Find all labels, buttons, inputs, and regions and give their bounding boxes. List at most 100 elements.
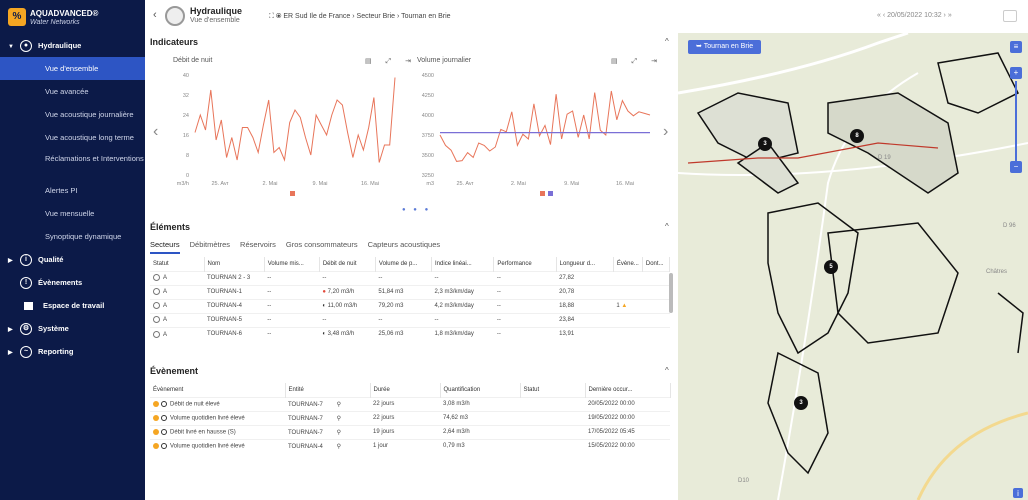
col-statut[interactable]: Statut	[150, 257, 205, 271]
map-marker[interactable]: 5	[824, 260, 838, 274]
elements-scrollbar[interactable]	[669, 273, 673, 313]
collapse-icon[interactable]: ^	[665, 366, 669, 375]
map-panel[interactable]: ➥ Tournan en Brie ≡ + − i 3 8 5 3 Châtre…	[678, 33, 1028, 500]
col-duree[interactable]: Durée	[370, 383, 441, 397]
map-canvas[interactable]	[678, 33, 1028, 500]
location-pin-icon[interactable]: ⚲	[335, 444, 341, 450]
table-cell: ◐ 3,48 m3/h	[319, 326, 376, 341]
info-icon[interactable]: i	[1013, 488, 1023, 498]
map-road-label: D10	[738, 478, 750, 484]
table-cell: TOURNAN-7 ⚲	[285, 424, 370, 439]
map-marker[interactable]: 3	[758, 137, 772, 151]
location-pin-icon[interactable]: ⚲	[335, 416, 341, 422]
cell-text: 15/05/2022 00:00	[588, 443, 635, 450]
cell-text: --	[267, 317, 272, 323]
nav-vue-acoustique-journaliere[interactable]: Vue acoustique journalière	[0, 103, 145, 126]
col-derniere[interactable]: Dernière occur...	[585, 383, 671, 397]
table-row[interactable]: A TOURNAN 2 - 3 -- -- -- -- -- 27,82	[150, 270, 670, 285]
tab-capteurs[interactable]: Capteurs acoustiques	[368, 240, 441, 249]
col-nom[interactable]: Nom	[204, 257, 265, 271]
event-row[interactable]: Volume quotidien livré élevé TOURNAN-4 ⚲ 1…	[150, 438, 670, 453]
x-tick-label: 16. Mai	[361, 181, 379, 187]
nav-qualite[interactable]: ▶ i Qualité	[0, 248, 145, 271]
app-logo[interactable]: %	[8, 8, 26, 26]
zoom-in-button[interactable]: +	[1010, 67, 1022, 79]
table-cell: Volume quotidien livré élevé	[150, 438, 285, 453]
date-navigator[interactable]: « ‹ 20/05/2022 10:32 › »	[877, 12, 952, 19]
event-row[interactable]: Débit de nuit élevé TOURNAN-7 ⚲ 22 jours 3,…	[150, 396, 670, 411]
collapse-icon[interactable]: ^	[665, 222, 669, 231]
nav-alertes-pi[interactable]: Alertes PI	[0, 179, 145, 202]
layers-icon[interactable]: ≡	[1010, 41, 1022, 53]
col-volume-mis[interactable]: Volume mis...	[264, 257, 320, 271]
map-marker[interactable]: 3	[794, 396, 808, 410]
table-cell	[520, 410, 585, 425]
col-evenements[interactable]: Évène...	[613, 257, 643, 271]
nav-reclamations[interactable]: Réclamations et Interventions	[0, 149, 145, 179]
table-row[interactable]: A TOURNAN-4 -- ◐ 11,00 m3/h 79,20 m3 4,2 m3/k…	[150, 298, 670, 313]
event-row[interactable]: Volume quotidien livré élevé TOURNAN-7 ⚲ 2…	[150, 410, 670, 425]
status-radio-icon[interactable]	[153, 274, 160, 282]
status-radio-icon[interactable]	[153, 316, 160, 324]
tab-debitmetres[interactable]: Débitmètres	[190, 240, 230, 249]
chat-icon[interactable]	[1003, 10, 1017, 22]
pager-dots[interactable]: ● ● ●	[402, 207, 431, 213]
nav-espace-travail[interactable]: Espace de travail	[0, 294, 145, 317]
event-type-icon	[161, 414, 167, 421]
nav-vue-avancee[interactable]: Vue avancée	[0, 80, 145, 103]
nav-vue-mensuelle[interactable]: Vue mensuelle	[0, 202, 145, 225]
col-statut-ev[interactable]: Statut	[520, 383, 586, 397]
tab-gros-consommateurs[interactable]: Gros consommateurs	[286, 240, 358, 249]
col-entite[interactable]: Entité	[285, 383, 371, 397]
col-performance[interactable]: Performance	[493, 257, 557, 271]
y-tick-label: 16	[183, 133, 189, 139]
location-pin-icon[interactable]: ⚲	[335, 402, 341, 408]
table-row[interactable]: A TOURNAN-1 -- ● 7,20 m3/h 51,84 m3 2,3 m3/km…	[150, 284, 670, 299]
col-quantification[interactable]: Quantification	[440, 383, 521, 397]
status-radio-icon[interactable]	[153, 302, 160, 310]
map-marker[interactable]: 8	[850, 129, 864, 143]
map-sector-chip[interactable]: ➥ Tournan en Brie	[688, 40, 762, 54]
zoom-slider[interactable]	[1015, 81, 1017, 161]
col-longueur[interactable]: Longueur d...	[556, 257, 614, 271]
elements-tabs: Secteurs Débitmètres Réservoirs Gros consom…	[150, 240, 450, 254]
cell-text: --	[378, 317, 383, 323]
tab-reservoirs[interactable]: Réservoirs	[240, 240, 276, 249]
table-cell: --	[493, 298, 557, 313]
back-icon[interactable]: ‹	[153, 9, 157, 21]
nav-hydraulique[interactable]: ▼ ● Hydraulique	[0, 34, 145, 57]
table-cell: Débit de nuit élevé	[150, 396, 285, 411]
table-row[interactable]: A TOURNAN-6 -- ◐ 3,48 m3/h 25,06 m3 1,8 m3/km…	[150, 326, 670, 341]
y-tick-label: 32	[183, 93, 189, 99]
chevron-right-icon: ▶	[8, 258, 13, 264]
cell-text: 18,88	[559, 303, 575, 309]
col-volume-p[interactable]: Volume de p...	[375, 257, 433, 271]
event-row[interactable]: Débit livré en hausse (S) TOURNAN-7 ⚲ 19 j…	[150, 424, 670, 439]
nav-synoptique[interactable]: Synoptique dynamique	[0, 225, 145, 248]
page-title: Hydraulique	[190, 6, 243, 16]
nav-vue-ensemble[interactable]: Vue d'ensemble	[0, 57, 145, 80]
col-indice[interactable]: Indice linéai...	[431, 257, 495, 271]
brand-name: AQUADVANCED®	[30, 9, 99, 18]
nav-vue-acoustique-long-terme[interactable]: Vue acoustique long terme	[0, 126, 145, 149]
col-evenement[interactable]: Évènement	[150, 383, 286, 397]
brand-subtitle: Water Networks	[30, 19, 80, 26]
nav-evenements[interactable]: ! Évènements	[0, 271, 145, 294]
status-radio-icon[interactable]	[153, 288, 160, 296]
table-row[interactable]: A TOURNAN-5 -- -- -- -- -- 23,84	[150, 312, 670, 327]
breadcrumb-text[interactable]: ER Sud Ile de France › Secteur Brie › To…	[283, 13, 450, 20]
col-debit-nuit[interactable]: Débit de nuit	[319, 257, 376, 271]
status-radio-icon[interactable]	[153, 330, 160, 338]
col-dont[interactable]: Dont...	[642, 257, 671, 271]
event-type-icon	[161, 400, 167, 407]
warning-icon: ▲	[619, 303, 628, 309]
nav-reporting[interactable]: ▶ ~ Reporting	[0, 340, 145, 363]
zoom-out-button[interactable]: −	[1010, 161, 1022, 173]
x-tick-label: 9. Mai	[313, 181, 328, 187]
breadcrumb[interactable]: ⛶ ⦿ ER Sud Ile de France › Secteur Brie …	[269, 13, 451, 21]
legend-swatch	[548, 191, 553, 196]
tab-secteurs[interactable]: Secteurs	[150, 240, 180, 254]
location-pin-icon[interactable]: ⚲	[335, 430, 341, 436]
nav-systeme[interactable]: ▶ ⚙ Système	[0, 317, 145, 340]
table-cell: --	[375, 312, 432, 327]
